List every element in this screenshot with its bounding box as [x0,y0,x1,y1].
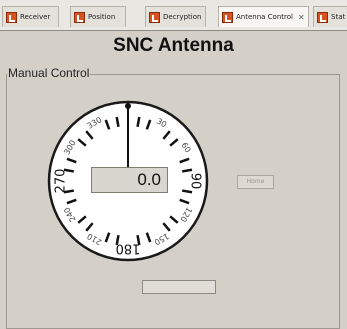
dial-tick [115,116,120,128]
heading-readout: 0.0 [91,167,168,193]
tab-antenna-control[interactable]: Antenna Control ✕ [218,6,309,27]
dial-tick [136,116,141,128]
tab-position[interactable]: Position [70,6,126,27]
dial-degree-label: 180 [116,241,141,256]
needle-handle[interactable] [125,103,131,109]
app-icon [149,11,160,23]
dial-tick [181,168,193,173]
app-icon [6,11,17,23]
page-title: SNC Antenna [113,35,234,56]
close-icon[interactable]: ✕ [298,13,305,22]
dial-degree-label: 90 [188,173,203,190]
app-icon [74,11,85,23]
tab-stat[interactable]: Stat [313,6,347,27]
group-label: Manual Control [7,66,91,80]
tab-decryption[interactable]: Decryption [145,6,206,27]
home-button[interactable]: Home [237,175,274,189]
tab-bar: Receiver Position Decryption Antenna Con… [0,0,347,31]
app-icon [317,11,328,23]
heading-entry-field[interactable] [142,280,216,294]
tab-receiver[interactable]: Receiver [2,6,59,27]
dial-tick [181,189,193,194]
app-icon [222,11,233,23]
dial-degree-label: 270 [54,169,69,194]
